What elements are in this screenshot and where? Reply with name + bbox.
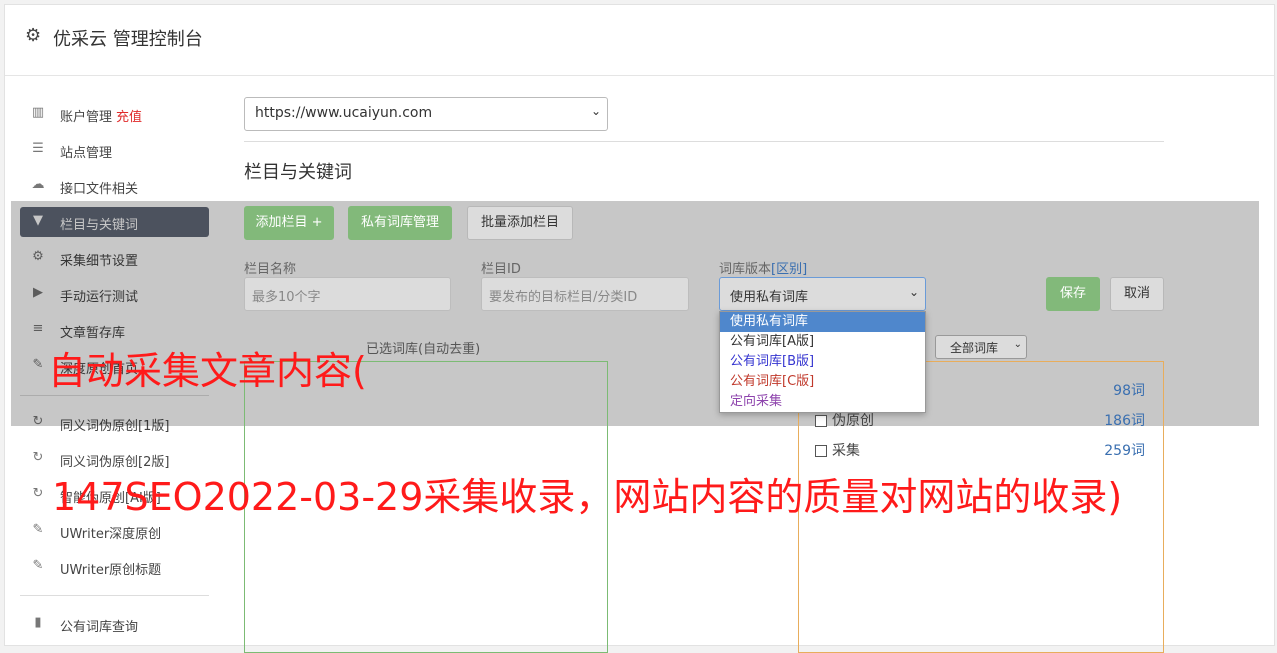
checkbox[interactable] xyxy=(815,415,827,427)
edit-icon: ✎ xyxy=(32,522,44,537)
sidebar-item-uwriter-title[interactable]: ✎ UWriter原创标题 xyxy=(20,552,209,582)
sidebar-item-public-lib[interactable]: ▮ 公有词库查询 xyxy=(20,609,209,639)
dropdown-option[interactable]: 定向采集 xyxy=(720,392,925,412)
recharge-link[interactable]: 充值 xyxy=(116,110,142,125)
cloud-upload-icon: ☁ xyxy=(31,177,45,192)
version-dropdown: 使用私有词库 公有词库[A版] 公有词库[B版] 公有词库[C版] 定向采集 xyxy=(719,311,926,413)
checkbox[interactable] xyxy=(815,445,827,457)
column-name-label: 栏目名称 xyxy=(244,262,297,277)
sidebar-item-label: 接口文件相关 xyxy=(60,182,139,197)
site-select-value: https://www.ucaiyun.com xyxy=(255,105,433,121)
bar-chart-icon: ▥ xyxy=(31,105,45,120)
refresh-icon: ↻ xyxy=(32,486,44,501)
lib-filter-select[interactable]: 全部词库 ⌄ xyxy=(935,335,1027,359)
watermark-line-2: 147SEO2022-03-29采集收录，网站内容的质量对网站的收录) xyxy=(52,475,1123,519)
refresh-icon: ↻ xyxy=(32,450,44,465)
word-count: 98词 xyxy=(1113,383,1145,399)
sidebar-item-interface[interactable]: ☁ 接口文件相关 xyxy=(20,171,209,201)
cancel-button[interactable]: 取消 xyxy=(1110,277,1164,311)
column-id-placeholder: 要发布的目标栏目/分类ID xyxy=(489,290,638,305)
batch-add-button[interactable]: 批量添加栏目 xyxy=(467,206,573,240)
edit-icon: ✎ xyxy=(32,558,44,573)
sidebar-item-label: UWriter原创标题 xyxy=(60,563,162,578)
private-lib-button[interactable]: 私有词库管理 xyxy=(348,206,452,240)
sidebar-item-label: 账户管理 xyxy=(60,110,113,125)
dropdown-option[interactable]: 公有词库[B版] xyxy=(720,352,925,372)
sidebar-item-label: 站点管理 xyxy=(60,146,113,161)
dropdown-option[interactable]: 公有词库[C版] xyxy=(720,372,925,392)
dropdown-option[interactable]: 使用私有词库 xyxy=(720,312,925,332)
version-select-value: 使用私有词库 xyxy=(730,290,809,305)
word-count: 186词 xyxy=(1104,413,1145,429)
chevron-down-icon: ⌄ xyxy=(908,285,919,299)
column-id-label: 栏目ID xyxy=(481,262,521,277)
chevron-down-icon: ⌄ xyxy=(1013,339,1022,350)
sidebar-item-account[interactable]: ▥ 账户管理 充值 xyxy=(20,99,209,129)
save-button[interactable]: 保存 xyxy=(1046,277,1100,311)
sidebar-item-label: 公有词库查询 xyxy=(60,620,139,635)
selected-lib-label: 已选词库(自动去重) xyxy=(366,342,481,357)
dropdown-option[interactable]: 公有词库[A版] xyxy=(720,332,925,352)
column-name-placeholder: 最多10个字 xyxy=(252,290,321,305)
book-icon: ▮ xyxy=(34,615,42,630)
word-count: 259词 xyxy=(1104,443,1145,459)
column-id-input[interactable]: 要发布的目标栏目/分类ID xyxy=(481,277,689,311)
version-select[interactable]: 使用私有词库 ⌄ xyxy=(719,277,926,311)
header: ⚙ 优采云 管理控制台 xyxy=(5,5,1274,76)
app-title: 优采云 管理控制台 xyxy=(53,29,203,50)
server-icon: ☰ xyxy=(32,141,44,156)
site-select[interactable]: https://www.ucaiyun.com ⌄ xyxy=(244,97,608,131)
watermark-line-1: 自动采集文章内容( xyxy=(48,349,367,393)
sidebar-item-sites[interactable]: ☰ 站点管理 xyxy=(20,135,209,165)
chevron-down-icon: ⌄ xyxy=(590,104,601,118)
gear-icon: ⚙ xyxy=(25,25,42,46)
version-label: 词库版本[区别] xyxy=(719,262,808,277)
divider xyxy=(244,141,1164,142)
sidebar-item-label: UWriter深度原创 xyxy=(60,527,162,542)
section-title: 栏目与关键词 xyxy=(244,162,352,183)
column-name-input[interactable]: 最多10个字 xyxy=(244,277,451,311)
list-item[interactable]: 伪原创 186词 xyxy=(815,410,1145,430)
lib-filter-value: 全部词库 xyxy=(950,341,999,355)
sidebar-divider xyxy=(20,595,209,596)
list-item[interactable]: 采集 259词 xyxy=(815,440,1145,460)
difference-link[interactable]: [区别] xyxy=(771,262,807,277)
add-column-button[interactable]: 添加栏目 + xyxy=(244,206,334,240)
